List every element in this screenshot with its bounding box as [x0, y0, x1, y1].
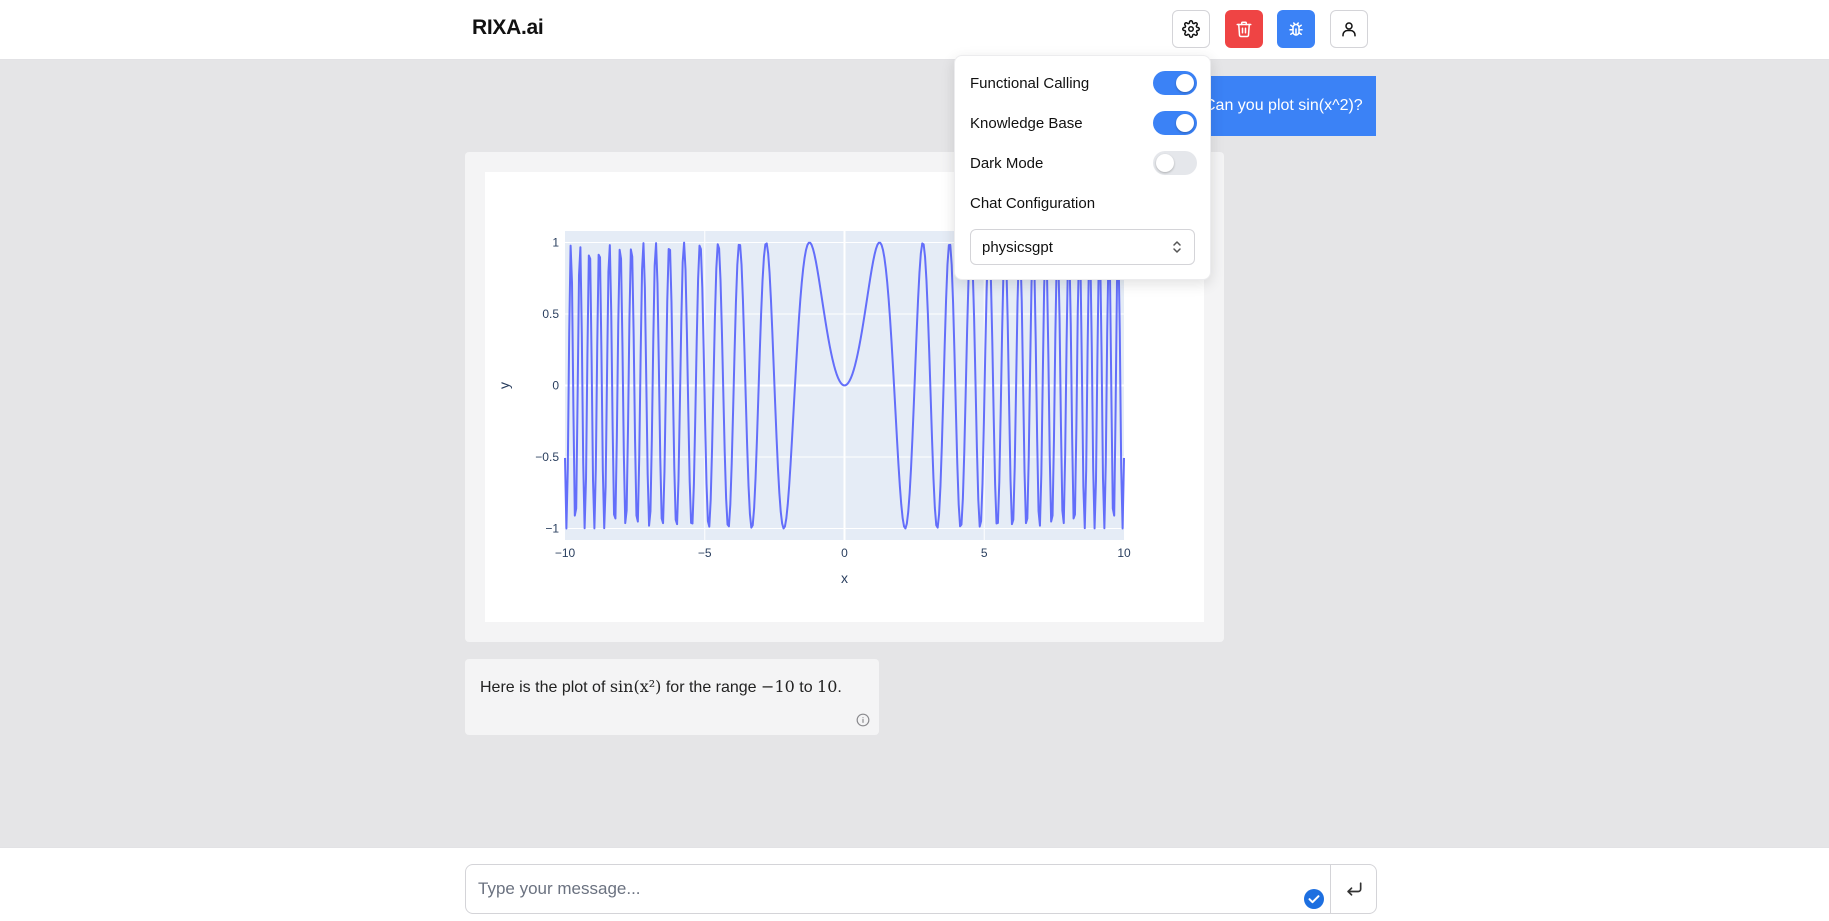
x-tick-label: −10 — [555, 546, 576, 560]
y-tick-label: −1 — [545, 522, 559, 536]
functional-calling-label: Functional Calling — [970, 74, 1090, 92]
chat-configuration-value: physicsgpt — [982, 238, 1053, 256]
assistant-message: Here is the plot of sin(x²) for the rang… — [465, 659, 879, 735]
answer-text-middle: for the range — [661, 679, 762, 696]
user-icon — [1342, 22, 1356, 37]
answer-text-to: to — [794, 679, 818, 696]
composer-bar — [0, 847, 1829, 921]
y-tick-label: −0.5 — [535, 450, 559, 464]
answer-math-range-start: −10 — [761, 677, 795, 696]
debug-button[interactable] — [1277, 10, 1315, 48]
answer-math-range-end: 10 — [817, 677, 838, 696]
chat-configuration-label: Chat Configuration — [970, 195, 1096, 212]
app-header: RIXA.ai — [0, 0, 1829, 60]
answer-math-function: sin(x²) — [609, 677, 662, 696]
y-tick-labels: 1 0.5 0 −0.5 −1 — [535, 235, 559, 535]
x-tick-label: 5 — [981, 546, 988, 560]
x-tick-label: −5 — [698, 546, 712, 560]
toggle-knob — [1176, 114, 1194, 132]
chevron-up-down-icon — [1173, 241, 1181, 253]
profile-button[interactable] — [1330, 10, 1368, 48]
send-button[interactable] — [1330, 864, 1377, 914]
setting-knowledge-base: Knowledge Base — [970, 110, 1197, 136]
x-tick-label: 0 — [841, 546, 848, 560]
app-logo[interactable]: RIXA.ai — [472, 16, 544, 40]
setting-dark-mode: Dark Mode — [970, 150, 1197, 176]
toggle-knob — [1156, 154, 1174, 172]
knowledge-base-toggle[interactable] — [1153, 111, 1197, 135]
answer-text-end: . — [837, 679, 842, 696]
y-tick-label: 0.5 — [542, 307, 559, 321]
y-axis-label: y — [496, 382, 512, 389]
toggle-knob — [1176, 74, 1194, 92]
functional-calling-toggle[interactable] — [1153, 71, 1197, 95]
y-tick-label: 0 — [552, 379, 559, 393]
bug-icon — [1289, 22, 1303, 36]
settings-panel: Functional Calling Knowledge Base Dark M… — [954, 55, 1211, 280]
x-axis-label: x — [841, 570, 848, 586]
trash-icon — [1236, 21, 1252, 38]
x-tick-labels: −10 −5 0 5 10 — [555, 546, 1131, 560]
gear-icon — [1182, 20, 1200, 38]
settings-button[interactable] — [1172, 10, 1210, 48]
enter-icon — [1346, 882, 1361, 896]
message-input-container — [465, 864, 1377, 914]
check-circle-icon — [1304, 889, 1324, 909]
dark-mode-label: Dark Mode — [970, 154, 1044, 172]
answer-text-start: Here is the plot of — [480, 679, 610, 696]
info-icon[interactable] — [856, 713, 870, 727]
delete-chat-button[interactable] — [1225, 10, 1263, 48]
chat-configuration-select[interactable]: physicsgpt — [970, 229, 1195, 265]
setting-functional-calling: Functional Calling — [970, 70, 1197, 96]
knowledge-base-label: Knowledge Base — [970, 114, 1083, 132]
dark-mode-toggle[interactable] — [1153, 151, 1197, 175]
x-tick-label: 10 — [1117, 546, 1131, 560]
user-message: Can you plot sin(x^2)? — [1190, 76, 1376, 136]
message-input[interactable] — [478, 875, 1318, 903]
y-tick-label: 1 — [552, 235, 559, 249]
